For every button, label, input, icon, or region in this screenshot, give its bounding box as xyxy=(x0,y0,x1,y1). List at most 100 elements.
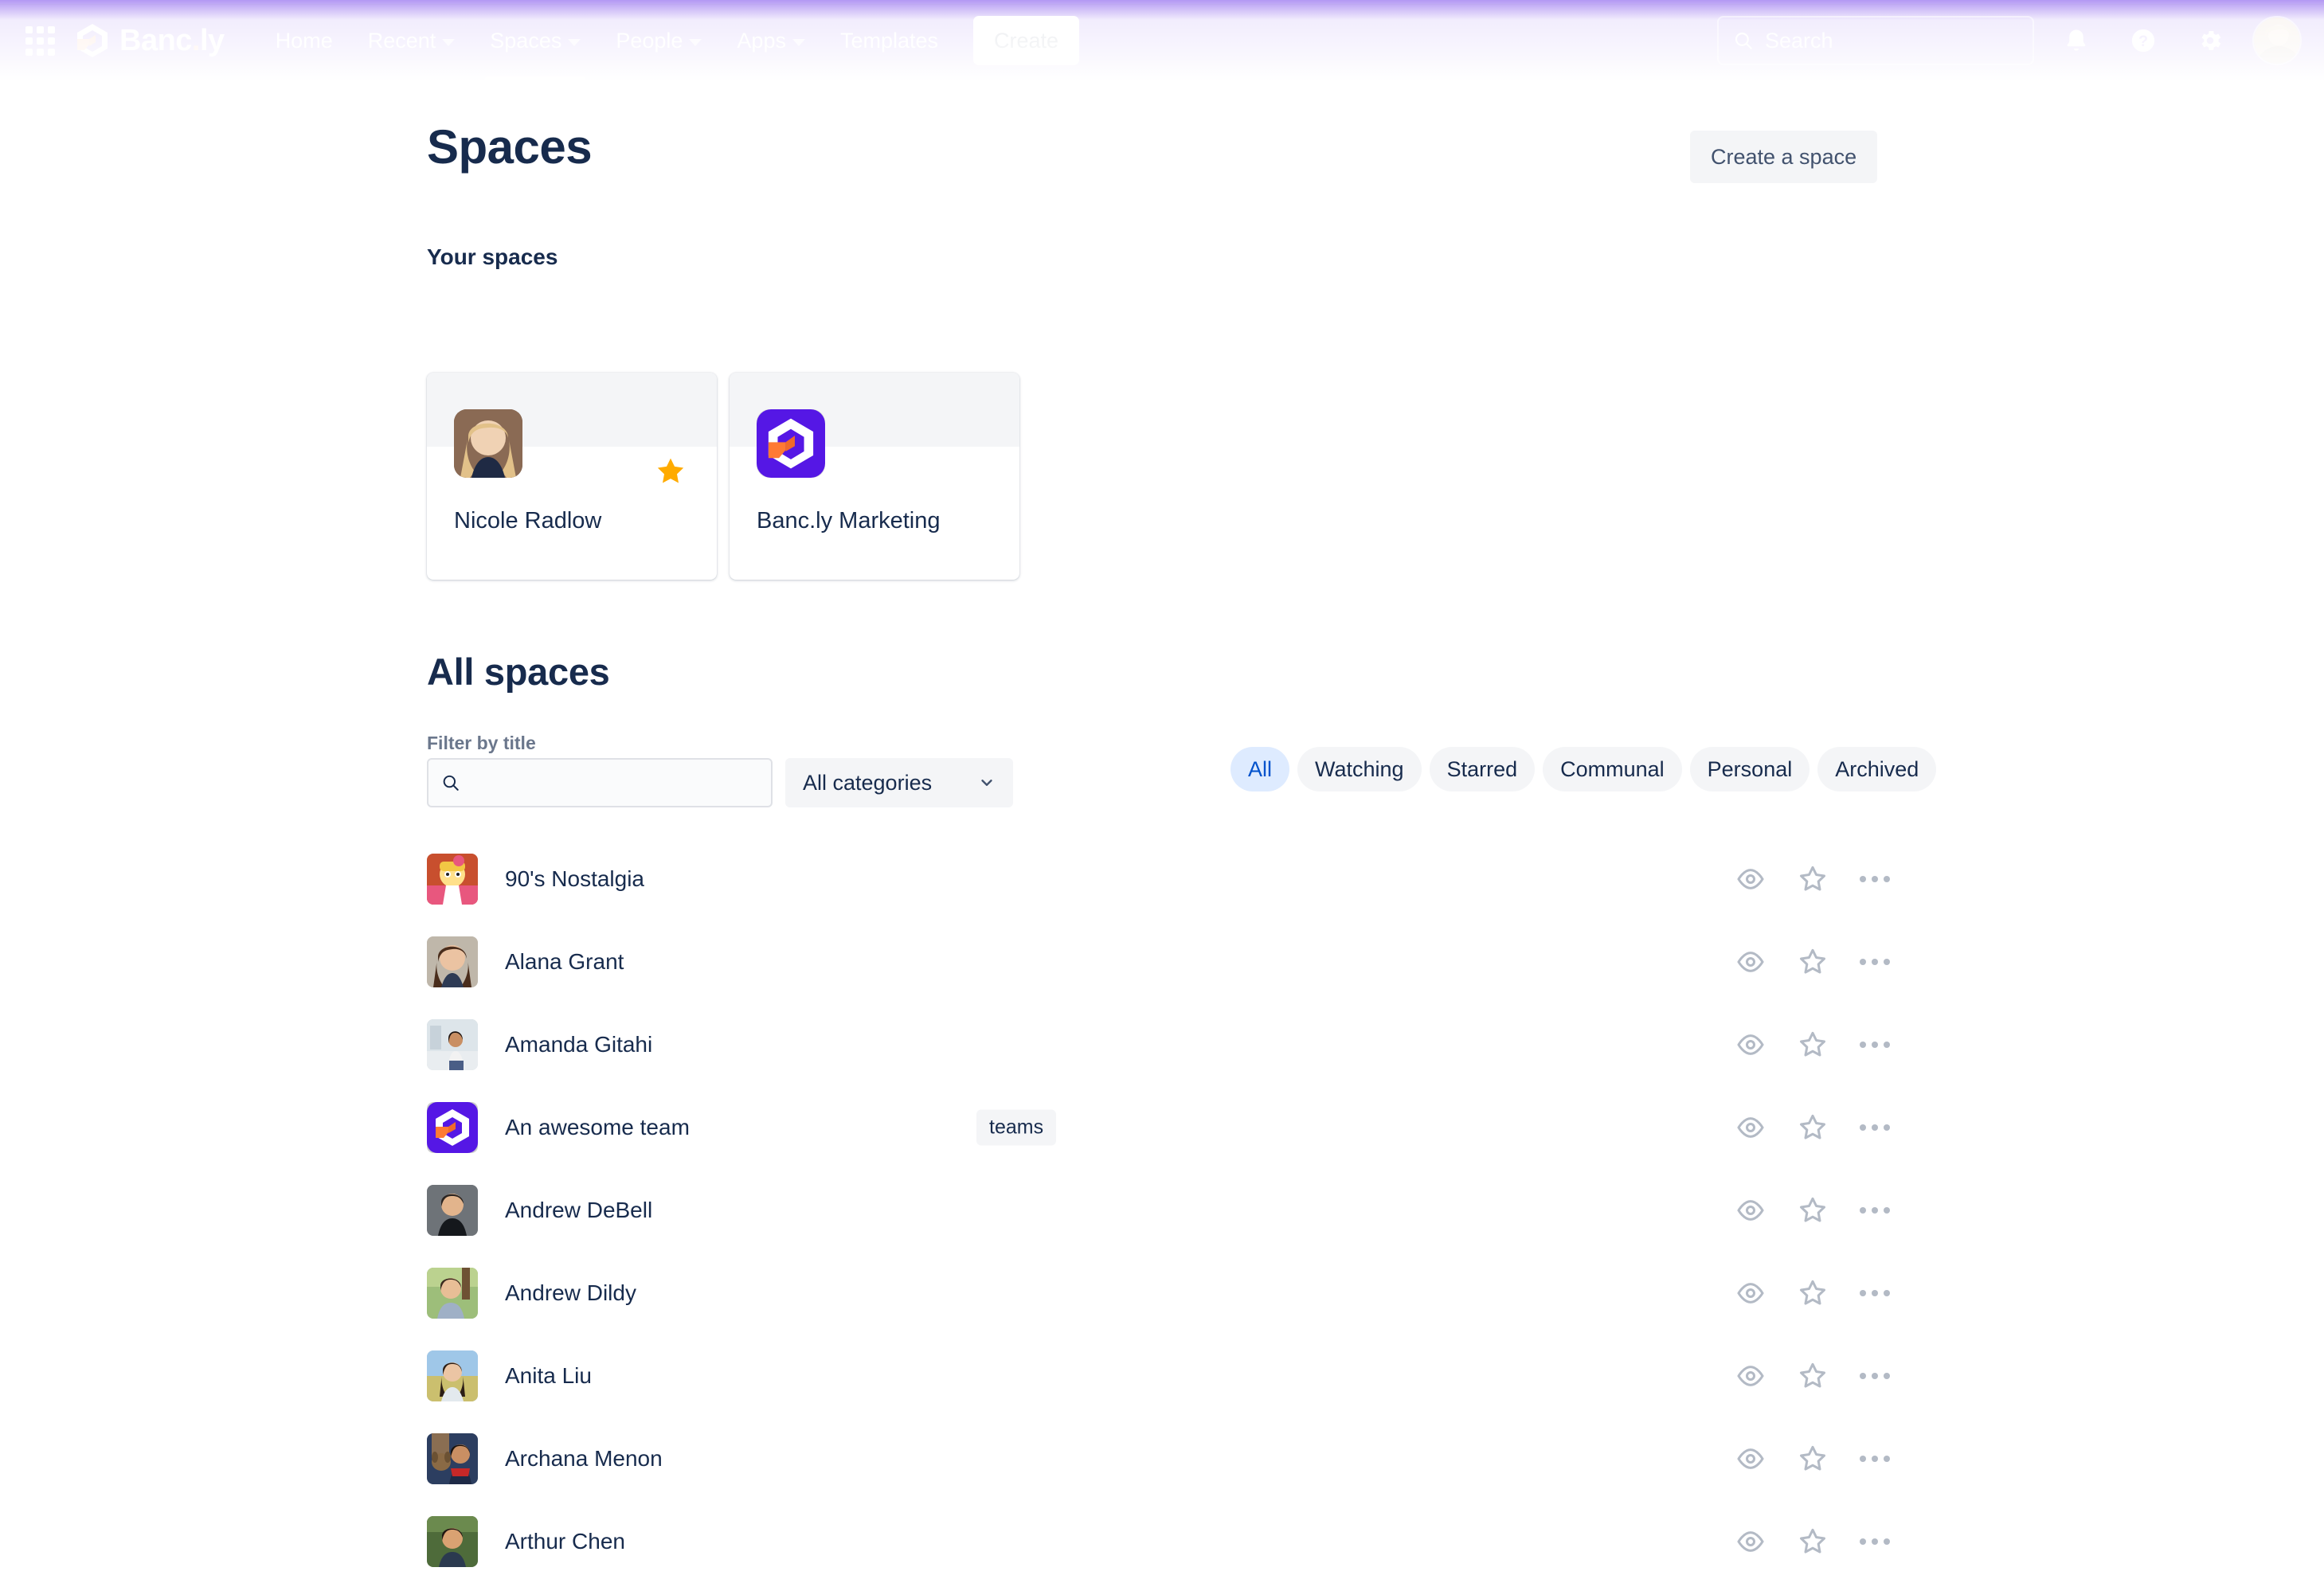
watch-button[interactable] xyxy=(1733,944,1768,979)
grid-apps-icon xyxy=(25,25,55,56)
list-bottom-divider xyxy=(0,4,2324,5)
watch-button[interactable] xyxy=(1733,1358,1768,1393)
page-body: Spaces Create a space Your spaces Nicole… xyxy=(0,0,2324,1567)
more-actions-button[interactable] xyxy=(1857,1193,1892,1228)
space-name-link[interactable]: Anita Liu xyxy=(505,1363,592,1389)
nav-item-label: Templates xyxy=(839,28,939,53)
filter-pill-communal[interactable]: Communal xyxy=(1543,747,1682,792)
row-avatar xyxy=(427,1268,478,1319)
row-avatar xyxy=(427,1433,478,1484)
row-actions xyxy=(1733,944,1892,979)
watch-button[interactable] xyxy=(1733,1441,1768,1476)
more-actions-button[interactable] xyxy=(1857,1524,1892,1559)
table-row[interactable]: An awesome team teams xyxy=(427,1086,1892,1169)
more-actions-button[interactable] xyxy=(1857,944,1892,979)
notifications-button[interactable] xyxy=(2052,16,2101,65)
categories-dropdown[interactable]: All categories xyxy=(785,758,1013,807)
table-row[interactable]: 90's Nostalgia xyxy=(427,838,1892,920)
more-actions-button[interactable] xyxy=(1857,1276,1892,1311)
filter-pill-watching[interactable]: Watching xyxy=(1297,747,1422,792)
filter-by-title-input[interactable] xyxy=(427,758,773,807)
table-row[interactable]: Andrew Dildy xyxy=(427,1252,1892,1335)
watch-eye-icon xyxy=(1737,1531,1764,1552)
space-name-link[interactable]: Alana Grant xyxy=(505,949,624,975)
app-switcher-button[interactable] xyxy=(18,18,62,63)
table-row[interactable]: Archana Menon xyxy=(427,1417,1892,1500)
star-button[interactable] xyxy=(1795,862,1830,897)
brand-wordmark: Banc.ly xyxy=(119,24,225,58)
help-question-icon: ? xyxy=(2131,29,2155,53)
help-button[interactable]: ? xyxy=(2119,16,2168,65)
filter-pill-all[interactable]: All xyxy=(1230,747,1290,792)
brand-logo-link[interactable]: Banc.ly xyxy=(72,20,225,61)
row-actions xyxy=(1733,1441,1892,1476)
category-chip[interactable]: teams xyxy=(976,1109,1057,1146)
filter-text-field[interactable] xyxy=(469,770,758,795)
table-row[interactable]: Alana Grant xyxy=(427,920,1892,1003)
table-row[interactable]: Andrew DeBell xyxy=(427,1169,1892,1252)
nav-item-apps[interactable]: Apps xyxy=(719,0,823,81)
watch-button[interactable] xyxy=(1733,862,1768,897)
card-avatar xyxy=(454,409,522,478)
star-button[interactable] xyxy=(1795,1027,1830,1062)
more-actions-button[interactable] xyxy=(1857,1441,1892,1476)
space-card-bancly-marketing[interactable]: Banc.ly Marketing xyxy=(730,373,1019,580)
more-actions-button[interactable] xyxy=(1857,1358,1892,1393)
star-outline-icon xyxy=(1800,866,1825,891)
space-name-link[interactable]: 90's Nostalgia xyxy=(505,866,644,892)
star-button[interactable] xyxy=(1795,1441,1830,1476)
nav-item-recent[interactable]: Recent xyxy=(350,0,473,81)
categories-selected-value: All categories xyxy=(803,770,933,795)
watch-button[interactable] xyxy=(1733,1524,1768,1559)
watch-button[interactable] xyxy=(1733,1193,1768,1228)
create-button[interactable]: Create xyxy=(973,16,1080,65)
table-row[interactable]: Amanda Gitahi xyxy=(427,1003,1892,1086)
space-name-link[interactable]: Andrew DeBell xyxy=(505,1198,652,1223)
more-actions-button[interactable] xyxy=(1857,1110,1892,1145)
watch-button[interactable] xyxy=(1733,1110,1768,1145)
watch-button[interactable] xyxy=(1733,1276,1768,1311)
table-row[interactable]: Arthur Chen xyxy=(427,1500,1892,1583)
photo-woman-field-avatar xyxy=(427,1350,478,1401)
page-header: Spaces xyxy=(427,119,593,174)
create-a-space-button[interactable]: Create a space xyxy=(1690,131,1878,183)
row-avatar xyxy=(427,1350,478,1401)
more-actions-button[interactable] xyxy=(1857,1027,1892,1062)
space-name-link[interactable]: An awesome team xyxy=(505,1115,690,1140)
search-input[interactable]: Search xyxy=(1717,16,2034,65)
filter-pill-personal[interactable]: Personal xyxy=(1689,747,1810,792)
settings-button[interactable] xyxy=(2185,16,2235,65)
more-actions-icon xyxy=(1860,1538,1890,1545)
star-outline-icon xyxy=(1800,1031,1825,1057)
profile-avatar[interactable] xyxy=(2252,16,2302,65)
more-actions-icon xyxy=(1860,1456,1890,1462)
card-avatar xyxy=(757,409,825,478)
star-button[interactable] xyxy=(1795,1524,1830,1559)
nav-item-people[interactable]: People xyxy=(598,0,719,81)
space-name-link[interactable]: Amanda Gitahi xyxy=(505,1032,652,1057)
table-row[interactable]: Anita Liu xyxy=(427,1335,1892,1417)
filter-pill-archived[interactable]: Archived xyxy=(1817,747,1937,792)
filter-pill-starred[interactable]: Starred xyxy=(1429,747,1536,792)
more-actions-button[interactable] xyxy=(1857,862,1892,897)
photo-man-outdoor-avatar xyxy=(427,1268,478,1319)
star-filled-icon[interactable] xyxy=(655,455,687,491)
star-button[interactable] xyxy=(1795,944,1830,979)
star-button[interactable] xyxy=(1795,1276,1830,1311)
star-outline-icon xyxy=(1800,1280,1825,1305)
row-avatar xyxy=(427,1185,478,1236)
space-name-link[interactable]: Archana Menon xyxy=(505,1446,663,1472)
nav-item-templates[interactable]: Templates xyxy=(823,0,956,81)
star-button[interactable] xyxy=(1795,1110,1830,1145)
watch-button[interactable] xyxy=(1733,1027,1768,1062)
space-name-link[interactable]: Arthur Chen xyxy=(505,1529,625,1554)
settings-gear-icon xyxy=(2201,30,2221,51)
star-button[interactable] xyxy=(1795,1193,1830,1228)
row-avatar xyxy=(427,854,478,905)
nav-item-home[interactable]: Home xyxy=(258,0,350,81)
space-name-link[interactable]: Andrew Dildy xyxy=(505,1280,636,1306)
row-actions xyxy=(1733,1358,1892,1393)
star-button[interactable] xyxy=(1795,1358,1830,1393)
nav-item-spaces[interactable]: Spaces xyxy=(472,0,598,81)
space-card-nicole-radlow[interactable]: Nicole Radlow xyxy=(427,373,717,580)
